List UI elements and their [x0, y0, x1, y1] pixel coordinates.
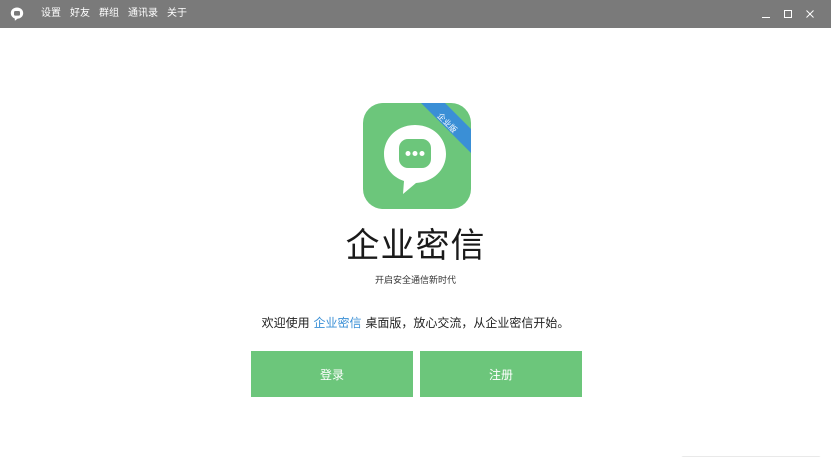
corner-decoration: [681, 456, 821, 457]
app-window: 设置 好友 群组 通讯录 关于 企业版 企业密信 开启安全通信新时代 欢迎使用 …: [0, 0, 831, 457]
login-button[interactable]: 登录: [251, 351, 413, 397]
menu-about[interactable]: 关于: [167, 0, 187, 28]
app-logo-icon: [10, 7, 24, 21]
window-controls: [755, 0, 821, 28]
maximize-button[interactable]: [777, 0, 799, 28]
welcome-message: 欢迎使用 企业密信 桌面版，放心交流，从企业密信开始。: [0, 315, 831, 331]
slogan: 开启安全通信新时代: [374, 276, 456, 286]
welcome-prefix: 欢迎使用: [261, 316, 314, 330]
menu-settings[interactable]: 设置: [41, 0, 61, 28]
title-bar: 设置 好友 群组 通讯录 关于: [0, 0, 831, 28]
top-menu: 设置 好友 群组 通讯录 关于: [41, 0, 196, 28]
app-logo: 企业版: [363, 103, 471, 209]
menu-friends[interactable]: 好友: [70, 0, 90, 28]
minimize-button[interactable]: [755, 0, 777, 28]
close-icon: [806, 10, 814, 18]
close-button[interactable]: [799, 0, 821, 28]
menu-contacts[interactable]: 通讯录: [128, 0, 158, 28]
menu-groups[interactable]: 群组: [99, 0, 119, 28]
app-name-link[interactable]: 企业密信: [313, 316, 361, 330]
app-title: 企业密信: [345, 226, 486, 266]
welcome-suffix: 桌面版，放心交流，从企业密信开始。: [361, 316, 570, 330]
register-button[interactable]: 注册: [420, 351, 582, 397]
minimize-icon: [762, 17, 770, 18]
maximize-icon: [784, 10, 792, 18]
